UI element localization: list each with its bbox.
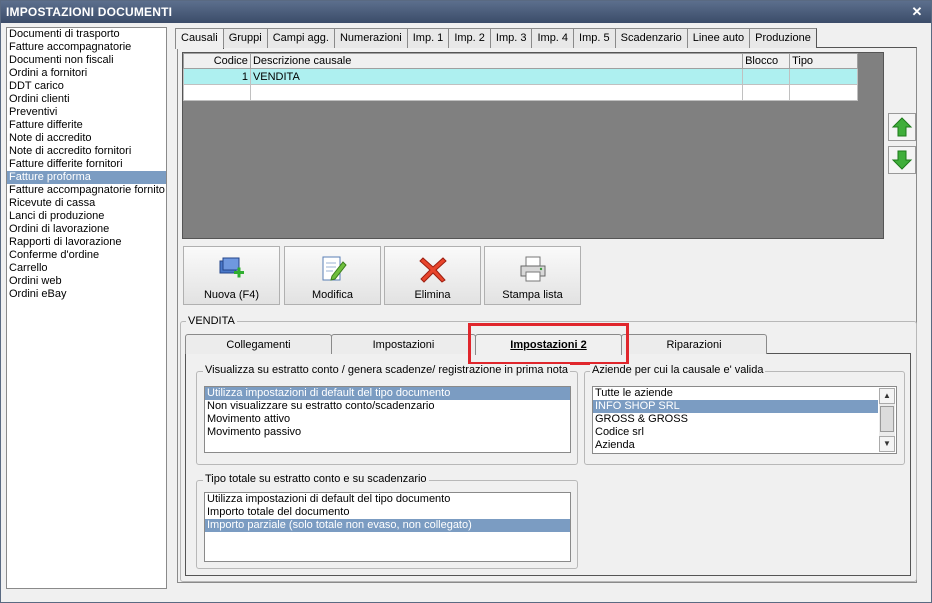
list-item[interactable]: Ordini clienti [7,93,166,106]
move-down-button[interactable] [888,146,916,174]
tab-linee-auto[interactable]: Linee auto [686,28,751,48]
delete-button[interactable]: Elimina [384,246,481,305]
vendita-group-title: VENDITA [186,315,237,327]
list-item[interactable]: Carrello [7,262,166,275]
list-item[interactable]: Ordini di lavorazione [7,223,166,236]
visualizza-listbox[interactable]: Utilizza impostazioni di default del tip… [204,386,571,453]
list-item[interactable]: Codice srl [593,426,878,439]
column-header-blocco[interactable]: Blocco [742,53,791,69]
list-item[interactable]: Fatture proforma [7,171,166,184]
edit-button[interactable]: Modifica [284,246,381,305]
move-up-button[interactable] [888,113,916,141]
column-header-descrizione[interactable]: Descrizione causale [249,53,744,69]
cell-tipo[interactable] [789,84,858,101]
cell-codice[interactable] [183,84,251,101]
tab-imp-1[interactable]: Imp. 1 [406,28,450,48]
list-item[interactable]: Ordini eBay [7,288,166,301]
list-item[interactable]: Tutte le aziende [593,387,878,400]
cell-codice[interactable]: 1 [183,68,251,85]
cell-tipo[interactable] [789,68,858,85]
edit-button-label: Modifica [312,289,353,301]
tab-imp-5[interactable]: Imp. 5 [573,28,616,48]
tipo-totale-listbox[interactable]: Utilizza impostazioni di default del tip… [204,492,571,562]
scroll-down-icon[interactable]: ▼ [879,436,895,452]
tab-imp-4[interactable]: Imp. 4 [531,28,575,48]
new-button-label: Nuova (F4) [203,289,260,301]
tab-numerazioni[interactable]: Numerazioni [333,28,408,48]
list-item[interactable]: Importo parziale (solo totale non evaso,… [205,519,570,532]
cell-blocco[interactable] [742,84,791,101]
delete-x-icon [418,257,447,283]
cell-blocco[interactable] [742,68,791,85]
tipo-totale-title: Tipo totale su estratto conto e su scade… [203,473,429,485]
aziende-listbox[interactable]: Tutte le aziende INFO SHOP SRL GROSS & GRO… [592,386,897,454]
list-item[interactable]: Fatture accompagnatorie [7,41,166,54]
list-item[interactable]: Fatture accompagnatorie fornito [7,184,166,197]
arrow-down-icon [891,150,913,170]
column-header-tipo[interactable]: Tipo [789,53,858,69]
causali-table: Codice Descrizione causale Blocco Tipo 1… [183,53,858,101]
list-item[interactable]: Movimento passivo [205,426,570,439]
list-item[interactable]: INFO SHOP SRL [593,400,878,413]
edit-document-icon [322,256,347,281]
print-list-button-label: Stampa lista [502,289,563,301]
list-item[interactable]: Fatture differite fornitori [7,158,166,171]
print-list-button[interactable]: Stampa lista [484,246,581,305]
list-item[interactable]: Movimento attivo [205,413,570,426]
top-tab-bar: Causali Gruppi Campi agg. Numerazioni Imp. 1… [175,28,817,49]
tab-imp-3[interactable]: Imp. 3 [489,28,533,48]
scrollbar-thumb[interactable] [880,406,894,432]
tab-produzione[interactable]: Produzione [749,28,817,48]
causali-grid: Codice Descrizione causale Blocco Tipo 1… [182,52,884,239]
scrollbar[interactable]: ▲ ▼ [879,388,895,452]
list-item[interactable]: Utilizza impostazioni di default del tip… [205,493,570,506]
tab-causali[interactable]: Causali [175,28,224,49]
column-header-codice[interactable]: Codice [183,53,251,69]
list-item[interactable]: Conferme d'ordine [7,249,166,262]
list-item[interactable]: Ordini web [7,275,166,288]
delete-button-label: Elimina [414,289,451,301]
visualizza-title: Visualizza su estratto conto / genera sc… [203,364,570,376]
new-button[interactable]: Nuova (F4) [183,246,280,305]
table-header-row: Codice Descrizione causale Blocco Tipo [183,53,858,69]
list-item[interactable]: Azienda [593,439,878,452]
list-item[interactable]: Note di accredito fornitori [7,145,166,158]
list-item[interactable]: Note di accredito [7,132,166,145]
list-item[interactable]: Rapporti di lavorazione [7,236,166,249]
document-type-list[interactable]: Documenti di trasporto Fatture accompagna… [6,27,167,589]
list-item[interactable]: Non visualizzare su estratto conto/scade… [205,400,570,413]
list-item[interactable]: Documenti non fiscali [7,54,166,67]
list-item[interactable]: Utilizza impostazioni di default del tip… [205,387,570,400]
tab-gruppi[interactable]: Gruppi [222,28,268,48]
list-item[interactable]: Fatture differite [7,119,166,132]
tab-impostazioni[interactable]: Impostazioni [331,334,476,354]
title-bar: IMPOSTAZIONI DOCUMENTI ✕ [1,1,931,23]
highlight-annotation [468,323,629,365]
new-record-icon [219,257,244,278]
list-item[interactable]: GROSS & GROSS [593,413,878,426]
aziende-title: Aziende per cui la causale e' valida [590,364,766,376]
tab-scadenzario[interactable]: Scadenzario [614,28,688,48]
tab-imp-2[interactable]: Imp. 2 [448,28,491,48]
close-icon[interactable]: ✕ [909,4,925,20]
table-row[interactable] [183,84,858,101]
tab-riparazioni[interactable]: Riparazioni [621,334,767,354]
cell-descrizione[interactable]: VENDITA [249,68,744,85]
table-row[interactable]: 1 VENDITA [183,68,858,85]
list-item[interactable]: DDT carico [7,80,166,93]
window-title: IMPOSTAZIONI DOCUMENTI [6,5,173,19]
list-item[interactable]: Documenti di trasporto [7,28,166,41]
list-item[interactable]: Ricevute di cassa [7,197,166,210]
list-item[interactable]: Importo totale del documento [205,506,570,519]
arrow-up-icon [891,117,913,137]
tab-campi-agg[interactable]: Campi agg. [266,28,335,48]
cell-descrizione[interactable] [249,84,744,101]
scroll-up-icon[interactable]: ▲ [879,388,895,404]
list-item[interactable]: Lanci di produzione [7,210,166,223]
tab-collegamenti[interactable]: Collegamenti [185,334,332,354]
list-item[interactable]: Ordini a fornitori [7,67,166,80]
printer-icon [520,256,545,282]
list-item[interactable]: Preventivi [7,106,166,119]
